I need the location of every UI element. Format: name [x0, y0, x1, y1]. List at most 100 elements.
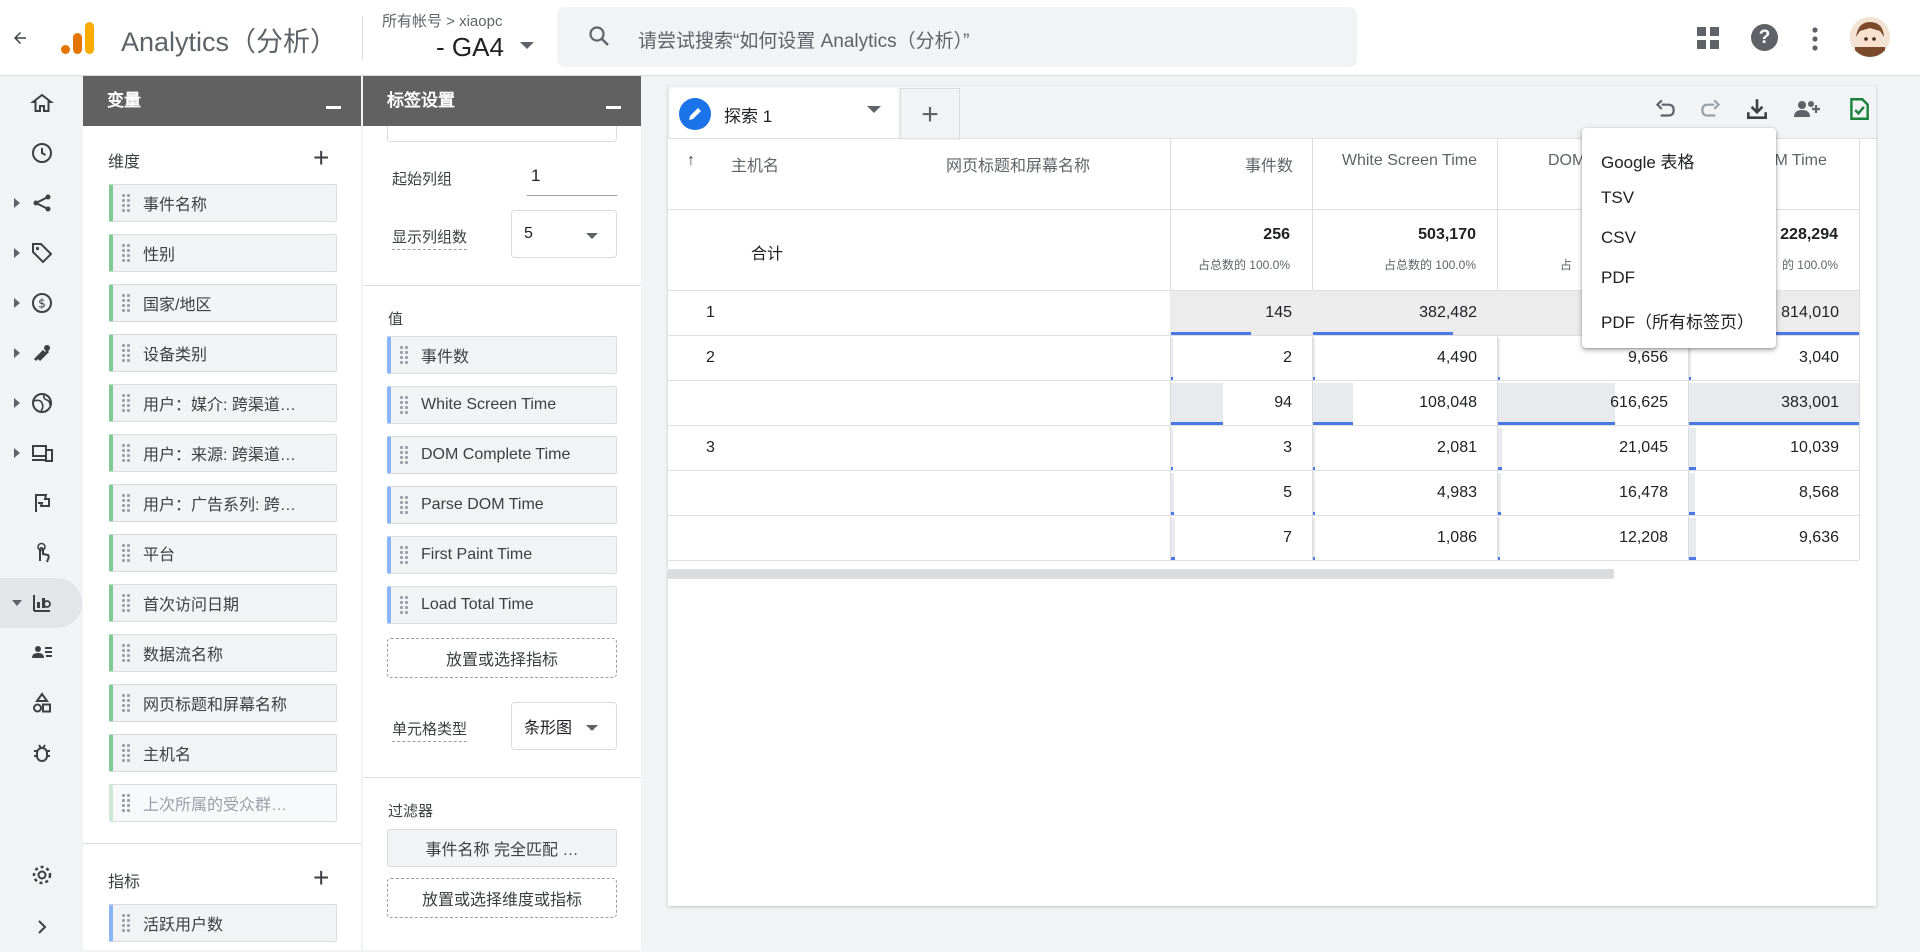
drag-handle-icon[interactable] — [121, 543, 131, 563]
drag-handle-icon[interactable] — [121, 293, 131, 313]
dimension-chip[interactable]: 主机名 — [109, 734, 337, 772]
col-header-page-title[interactable]: 网页标题和屏幕名称 — [946, 152, 1090, 176]
share-users-icon[interactable] — [1792, 96, 1822, 122]
drag-handle-icon[interactable] — [399, 395, 409, 415]
drag-handle-icon[interactable] — [121, 643, 131, 663]
tab-label[interactable]: 探索 1 — [724, 102, 772, 127]
drag-handle-icon[interactable] — [399, 495, 409, 515]
nav-conversions[interactable] — [0, 528, 82, 578]
col-header-dom-complete[interactable]: DOM — [1548, 152, 1585, 170]
edit-pencil-icon[interactable] — [679, 98, 711, 130]
table-cell-events[interactable]: 7 — [1171, 529, 1292, 547]
col-header-events[interactable]: 事件数 — [1190, 152, 1293, 176]
table-cell-dom[interactable]: 616,625 — [1498, 394, 1668, 412]
cell-type-select[interactable]: 条形图 — [511, 702, 617, 750]
dimension-chip[interactable]: 上次所属的受众群… — [109, 784, 337, 822]
dimension-chip[interactable]: 设备类别 — [109, 334, 337, 372]
property-selector[interactable]: - GA4 — [436, 32, 504, 63]
nav-explore[interactable] — [0, 578, 82, 628]
menu-item-tsv[interactable]: TSV — [1601, 188, 1634, 208]
more-vert-icon[interactable] — [1808, 26, 1822, 52]
drag-handle-icon[interactable] — [121, 493, 131, 513]
drag-handle-icon[interactable] — [121, 693, 131, 713]
nav-realtime[interactable] — [0, 128, 82, 178]
value-chip[interactable]: DOM Complete Time — [387, 436, 617, 474]
start-group-input[interactable]: 1 — [527, 164, 617, 196]
drag-handle-icon[interactable] — [121, 393, 131, 413]
drag-handle-icon[interactable] — [121, 913, 131, 933]
menu-item-pdf-all-tabs[interactable]: PDF（所有标签页） — [1601, 308, 1754, 333]
table-cell-last[interactable]: 8,568 — [1689, 484, 1839, 502]
nav-admin[interactable] — [0, 850, 82, 900]
account-breadcrumb[interactable]: 所有帐号 > xiaopc — [382, 10, 502, 31]
drag-handle-icon[interactable] — [399, 345, 409, 365]
search-input[interactable]: 请尝试搜索“如何设置 Analytics（分析）” — [638, 26, 969, 53]
table-cell-dom[interactable]: 9,656 — [1498, 349, 1668, 367]
nav-tech[interactable] — [0, 428, 82, 478]
chevron-down-icon[interactable] — [867, 106, 881, 113]
show-groups-select[interactable]: 5 — [511, 210, 617, 258]
table-cell-white[interactable]: 4,983 — [1313, 484, 1477, 502]
drag-handle-icon[interactable] — [121, 193, 131, 213]
nav-retention[interactable] — [0, 328, 82, 378]
download-icon[interactable] — [1744, 96, 1770, 122]
value-chip[interactable]: Parse DOM Time — [387, 486, 617, 524]
nav-home[interactable] — [0, 78, 82, 128]
dimension-chip[interactable]: 用户：媒介: 跨渠道… — [109, 384, 337, 422]
dimension-chip[interactable]: 数据流名称 — [109, 634, 337, 672]
drop-metric-button[interactable]: 放置或选择指标 — [387, 638, 617, 678]
table-cell-last[interactable]: 10,039 — [1689, 439, 1839, 457]
nav-expand[interactable] — [0, 902, 82, 952]
nav-demographics[interactable] — [0, 378, 82, 428]
dimension-chip[interactable]: 用户：来源: 跨渠道… — [109, 434, 337, 472]
menu-item-csv[interactable]: CSV — [1601, 228, 1636, 248]
nav-events[interactable] — [0, 478, 82, 528]
drag-handle-icon[interactable] — [121, 343, 131, 363]
metric-chip[interactable]: 活跃用户数 — [109, 904, 337, 942]
drag-handle-icon[interactable] — [121, 443, 131, 463]
col-header-host[interactable]: 主机名 — [731, 152, 779, 176]
table-cell-events[interactable]: 145 — [1171, 304, 1292, 322]
table-cell-white[interactable]: 2,081 — [1313, 439, 1477, 457]
apps-grid-icon[interactable] — [1697, 27, 1719, 49]
dimension-chip[interactable]: 首次访问日期 — [109, 584, 337, 622]
dimension-chip[interactable]: 事件名称 — [109, 184, 337, 222]
col-header-white-screen[interactable]: White Screen Time — [1312, 152, 1477, 170]
add-dimension-icon[interactable]: + — [313, 144, 329, 172]
dimension-chip[interactable]: 性别 — [109, 234, 337, 272]
table-cell-white[interactable]: 1,086 — [1313, 529, 1477, 547]
chevron-down-icon[interactable] — [520, 42, 534, 49]
drag-handle-icon[interactable] — [121, 243, 131, 263]
value-chip[interactable]: First Paint Time — [387, 536, 617, 574]
nav-library[interactable] — [0, 678, 82, 728]
table-cell-white[interactable]: 382,482 — [1313, 304, 1477, 322]
add-metric-icon[interactable]: + — [313, 864, 329, 892]
menu-item-pdf[interactable]: PDF — [1601, 268, 1635, 288]
minimize-icon[interactable] — [606, 106, 621, 109]
search-icon[interactable] — [587, 24, 611, 48]
table-cell-events[interactable]: 94 — [1171, 394, 1292, 412]
value-chip[interactable]: Load Total Time — [387, 586, 617, 624]
saved-check-icon[interactable] — [1846, 96, 1872, 122]
nav-debugview[interactable] — [0, 728, 82, 778]
value-chip[interactable]: White Screen Time — [387, 386, 617, 424]
dimension-chip[interactable]: 网页标题和屏幕名称 — [109, 684, 337, 722]
drag-handle-icon[interactable] — [399, 595, 409, 615]
nav-monetization[interactable]: $ — [0, 278, 82, 328]
table-cell-white[interactable]: 108,048 — [1313, 394, 1477, 412]
table-cell-last[interactable]: 9,636 — [1689, 529, 1839, 547]
dimension-chip[interactable]: 国家/地区 — [109, 284, 337, 322]
nav-engagement[interactable] — [0, 228, 82, 278]
table-cell-white[interactable]: 4,490 — [1313, 349, 1477, 367]
drag-handle-icon[interactable] — [121, 743, 131, 763]
dimension-chip[interactable]: 平台 — [109, 534, 337, 572]
filter-chip[interactable]: 事件名称 完全匹配 … — [387, 829, 617, 867]
help-icon[interactable]: ? — [1751, 24, 1778, 51]
undo-icon[interactable] — [1652, 96, 1678, 122]
table-cell-last[interactable]: 3,040 — [1689, 349, 1839, 367]
nav-lifecycle-acquisition[interactable] — [0, 178, 82, 228]
nav-audience[interactable] — [0, 628, 82, 678]
add-tab-button[interactable]: + — [900, 88, 960, 140]
table-cell-last[interactable]: 383,001 — [1689, 394, 1839, 412]
table-cell-events[interactable]: 5 — [1171, 484, 1292, 502]
